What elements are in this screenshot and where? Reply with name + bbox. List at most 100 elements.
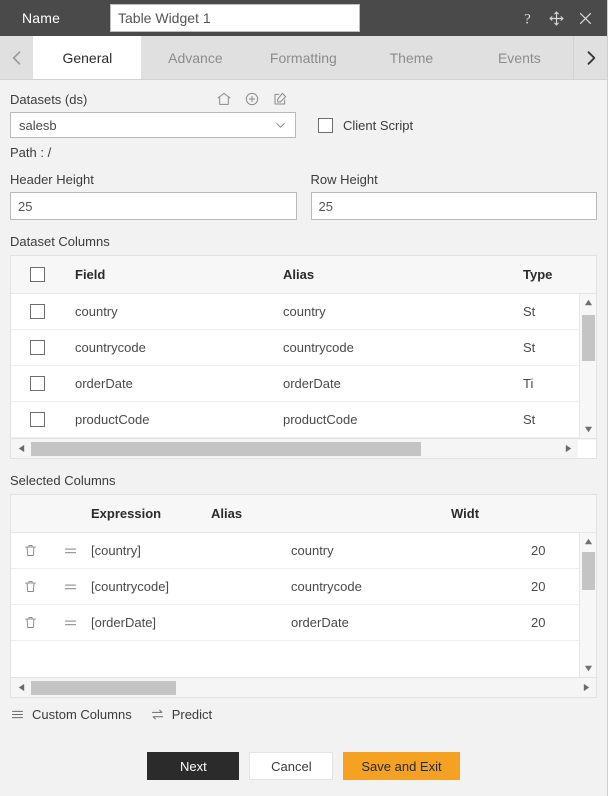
table-row[interactable]: [orderDate] orderDate 20 <box>11 605 596 641</box>
dataset-columns-header-row: Field Alias Type <box>11 256 596 294</box>
chevron-right-icon[interactable] <box>573 36 607 79</box>
row-height-input[interactable] <box>310 192 597 220</box>
hamburger-icon <box>10 707 25 722</box>
client-script-toggle[interactable]: Client Script <box>318 117 414 133</box>
cell-alias: productCode <box>283 412 358 427</box>
cell-alias: countrycode <box>283 340 354 355</box>
next-button[interactable]: Next <box>147 752 240 780</box>
tab-events[interactable]: Events <box>465 36 574 79</box>
client-script-checkbox[interactable] <box>318 117 333 133</box>
cell-expression: [countrycode] <box>91 579 170 594</box>
predict-label: Predict <box>171 707 213 722</box>
cancel-button[interactable]: Cancel <box>249 752 334 780</box>
titlebar-controls: ? <box>518 9 599 28</box>
hscroll-thumb[interactable] <box>31 680 176 695</box>
scroll-left-icon[interactable] <box>11 440 31 458</box>
equals-icon[interactable] <box>49 614 91 631</box>
header-height-label: Header Height <box>10 172 94 187</box>
cell-alias: orderDate <box>283 376 341 391</box>
datasets-label: Datasets (ds) <box>10 91 88 107</box>
cell-field: productCode <box>75 412 150 427</box>
dataset-columns-title: Dataset Columns <box>10 234 110 249</box>
home-icon[interactable] <box>216 91 232 107</box>
dataset-columns-vscrollbar[interactable] <box>579 294 596 438</box>
save-and-exit-button[interactable]: Save and Exit <box>343 752 460 780</box>
header-width: Widt <box>451 506 480 521</box>
edit-pencil-icon[interactable] <box>272 91 288 107</box>
table-row[interactable]: countrycode countrycode St <box>11 330 596 366</box>
scroll-left-icon[interactable] <box>11 679 31 697</box>
move-icon[interactable] <box>547 9 566 28</box>
table-row[interactable]: orderDate orderDate Ti <box>11 366 596 402</box>
tab-general[interactable]: General <box>33 36 142 79</box>
cell-field: orderDate <box>75 376 133 391</box>
question-mark-icon[interactable]: ? <box>518 9 537 28</box>
select-all-cell <box>11 267 63 282</box>
scroll-right-icon[interactable] <box>576 679 596 697</box>
tab-formatting[interactable]: Formatting <box>249 36 358 79</box>
trash-icon[interactable] <box>11 615 49 630</box>
path-value: / <box>47 145 52 160</box>
trash-icon[interactable] <box>11 543 49 558</box>
table-row[interactable]: [country] country 20 <box>11 533 596 569</box>
vscroll-track[interactable] <box>580 311 597 421</box>
hscroll-track[interactable] <box>31 679 576 697</box>
row-check-cell <box>11 376 63 391</box>
scroll-down-icon[interactable] <box>580 421 597 438</box>
row-check-cell <box>11 412 63 427</box>
cell-alias: countrycode <box>291 579 362 594</box>
selected-columns-grid: Expression Alias Widt [country] country … <box>10 494 597 678</box>
scroll-up-icon[interactable] <box>580 533 597 550</box>
dataset-columns-body: country country St countrycode countryco… <box>11 294 596 438</box>
dataset-columns-grid: Field Alias Type country country St coun… <box>10 255 597 439</box>
custom-columns-link[interactable]: Custom Columns <box>10 707 132 722</box>
tab-list: General Advance Formatting Theme Events <box>33 36 574 79</box>
datasets-header: Datasets (ds) <box>10 86 597 112</box>
row-height-label: Row Height <box>310 172 378 187</box>
custom-columns-label: Custom Columns <box>32 707 132 722</box>
path-row: Path : / <box>10 145 597 160</box>
dataset-select-row: salesb Client Script <box>10 112 597 138</box>
close-icon[interactable] <box>576 9 595 28</box>
tab-bar: General Advance Formatting Theme Events <box>0 36 607 80</box>
row-checkbox[interactable] <box>29 376 45 391</box>
select-all-checkbox[interactable] <box>29 267 45 282</box>
scroll-up-icon[interactable] <box>580 294 597 311</box>
row-checkbox[interactable] <box>29 412 45 427</box>
vscroll-thumb[interactable] <box>581 552 595 590</box>
equals-icon[interactable] <box>49 542 91 559</box>
dataset-select[interactable]: salesb <box>10 112 296 138</box>
plus-circle-icon[interactable] <box>244 91 260 107</box>
client-script-label: Client Script <box>343 117 414 133</box>
trash-icon[interactable] <box>11 579 49 594</box>
scroll-corner <box>578 439 596 458</box>
row-check-cell <box>11 340 63 355</box>
selected-columns-hscrollbar[interactable] <box>10 678 597 698</box>
row-check-cell <box>11 304 63 319</box>
vscroll-thumb[interactable] <box>581 315 595 361</box>
heights-row: Header Height Row Height <box>10 172 597 220</box>
widget-name-input[interactable] <box>110 4 360 32</box>
table-row[interactable]: country country St <box>11 294 596 330</box>
general-tab-panel: Datasets (ds) salesb Client Script Path … <box>0 80 607 738</box>
predict-link[interactable]: Predict <box>150 707 212 722</box>
scroll-right-icon[interactable] <box>558 440 578 458</box>
hscroll-thumb[interactable] <box>31 441 421 456</box>
selected-columns-vscrollbar[interactable] <box>579 533 596 677</box>
cell-expression: [orderDate] <box>91 615 157 630</box>
row-height-group: Row Height <box>310 172 597 220</box>
scroll-down-icon[interactable] <box>580 660 597 677</box>
tab-theme[interactable]: Theme <box>357 36 466 79</box>
equals-icon[interactable] <box>49 578 91 595</box>
header-height-input[interactable] <box>10 192 297 220</box>
vscroll-track[interactable] <box>580 550 597 660</box>
cell-alias: country <box>283 304 326 319</box>
chevron-left-icon[interactable] <box>0 36 34 79</box>
hscroll-track[interactable] <box>31 440 558 458</box>
row-checkbox[interactable] <box>29 340 45 355</box>
table-row[interactable]: productCode productCode St <box>11 402 596 438</box>
table-row[interactable]: [countrycode] countrycode 20 <box>11 569 596 605</box>
row-checkbox[interactable] <box>29 304 45 319</box>
dataset-columns-hscrollbar[interactable] <box>10 439 597 459</box>
tab-advance[interactable]: Advance <box>141 36 250 79</box>
